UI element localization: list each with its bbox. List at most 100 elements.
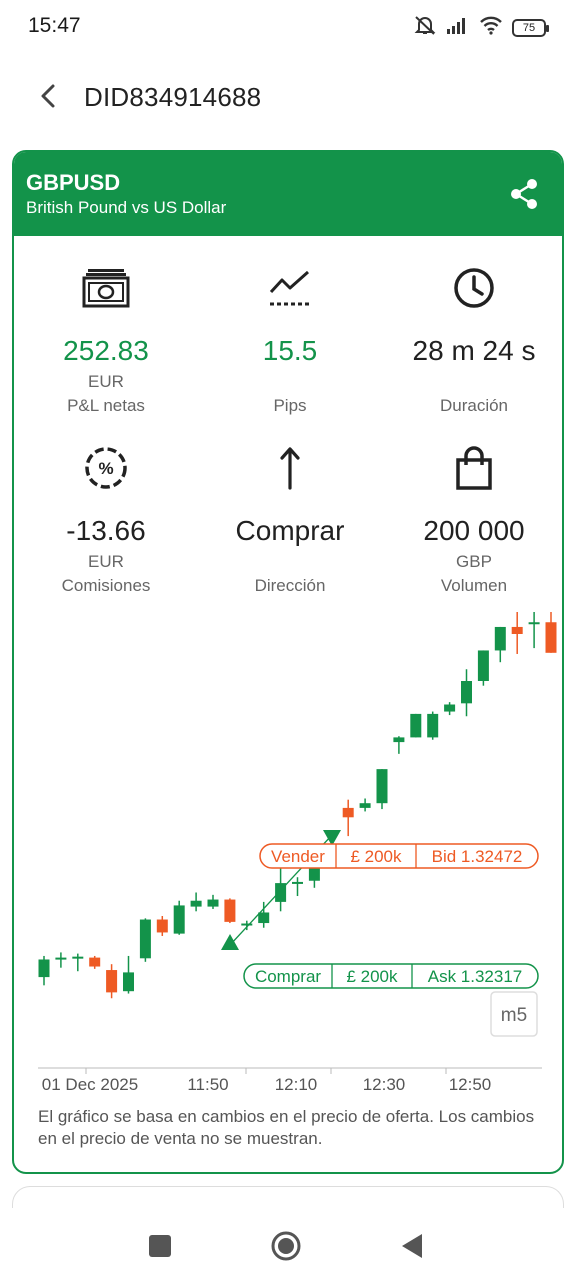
candle-body [342, 807, 354, 818]
price-chart[interactable]: 01 Dec 2025 11:50 12:10 12:30 12:50 Vender £ 2… [14, 612, 564, 1092]
pnl-unit: EUR [88, 372, 124, 391]
instrument-description: British Pound vs US Dollar [26, 198, 227, 217]
candle-body [410, 713, 422, 738]
stat-duration: 28 m 24 s Duración [382, 262, 562, 416]
share-button[interactable] [504, 174, 544, 214]
x-tick-label: 12:30 [363, 1075, 406, 1092]
status-time: 15:47 [28, 14, 81, 37]
candle-body [477, 650, 489, 681]
candle-body [224, 899, 236, 922]
pnl-value: 252.83 [63, 335, 149, 366]
arrow-up-icon [198, 442, 382, 494]
candle-body [545, 622, 557, 653]
candle-body [511, 626, 523, 634]
volume-unit: GBP [456, 552, 492, 571]
svg-text:%: % [98, 459, 113, 478]
money-icon [14, 262, 198, 314]
candle-body [72, 956, 84, 959]
candle-body [106, 970, 118, 993]
duration-value: 28 m 24 s [412, 335, 536, 366]
direction-label: Dirección [254, 576, 326, 595]
chart-disclaimer: El gráfico se basa en cambios en el prec… [38, 1107, 535, 1148]
candle-body [38, 959, 50, 978]
direction-unit [198, 552, 382, 572]
candle-body [89, 957, 101, 967]
stat-direction: Comprar Dirección [198, 442, 382, 596]
x-tick-label: 01 Dec 2025 [42, 1075, 138, 1092]
candle-body [444, 704, 456, 712]
back-arrow-icon [41, 84, 55, 108]
pips-label: Pips [273, 396, 307, 415]
candle-body [241, 923, 253, 926]
candle-body [359, 803, 371, 808]
candle-body [427, 713, 439, 738]
recents-button[interactable] [140, 1226, 180, 1266]
nav-back-button[interactable] [392, 1226, 432, 1266]
sell-tag-text: Bid 1.32472 [432, 847, 523, 866]
chart-svg: 01 Dec 2025 11:50 12:10 12:30 12:50 Vender £ 2… [38, 612, 564, 1092]
instrument-symbol: GBPUSD [26, 170, 121, 195]
status-icons: 75 [413, 14, 549, 41]
pips-unit [198, 372, 382, 392]
buy-tag-text: Ask 1.32317 [428, 967, 523, 986]
buy-tag-text: Comprar [255, 967, 321, 986]
candle-body [207, 899, 219, 907]
candle-body [173, 905, 185, 934]
status-bar: 15:47 75 [0, 0, 576, 52]
entry-marker [221, 934, 239, 950]
direction-value: Comprar [235, 515, 345, 546]
duration-label: Duración [439, 396, 509, 415]
x-tick-label: 11:50 [187, 1075, 228, 1092]
candle-body [55, 957, 67, 960]
home-icon [271, 1231, 301, 1261]
candle-body [528, 622, 540, 625]
recents-icon [149, 1235, 171, 1257]
volume-label: Volumen [440, 576, 508, 595]
system-nav-bar [0, 1208, 576, 1280]
stat-volume: 200 000 GBP Volumen [382, 442, 562, 596]
duration-unit [382, 372, 562, 392]
trade-card: GBPUSD British Pound vs US Dollar 252.83… [12, 150, 564, 1174]
back-icon [402, 1234, 422, 1258]
x-tick-label: 12:10 [275, 1075, 318, 1092]
shopping-bag-icon [382, 442, 562, 494]
signal-icon [446, 16, 470, 39]
candle-body [562, 643, 564, 667]
candle-body [494, 626, 506, 651]
share-icon [511, 179, 537, 209]
candle-body [156, 919, 168, 933]
candle-body [461, 681, 472, 704]
x-tick-label: 12:50 [449, 1075, 492, 1092]
candle-body [393, 737, 405, 743]
volume-value: 200 000 [423, 515, 525, 546]
candle-body [123, 972, 134, 992]
stat-pips: 15.5 Pips [198, 262, 382, 416]
candle-body [292, 881, 303, 884]
app-bar: DID834914688 [0, 62, 576, 132]
stat-commission: % -13.66 EUR Comisiones [14, 442, 198, 596]
mute-icon [413, 14, 437, 41]
percent-icon: % [14, 442, 198, 494]
timeframe-label: m5 [501, 1005, 527, 1026]
home-button[interactable] [266, 1226, 306, 1266]
sell-tag-text: £ 200k [350, 847, 402, 866]
battery-icon: 75 [512, 18, 549, 37]
candle-body [139, 919, 151, 959]
back-button[interactable] [28, 76, 68, 116]
stat-pnl: 252.83 EUR P&L netas [14, 262, 198, 416]
wifi-icon [479, 15, 503, 40]
candle-body [258, 912, 270, 924]
trend-line-icon [198, 262, 382, 314]
battery-level: 75 [522, 21, 536, 34]
clock-icon [382, 262, 562, 314]
commission-unit: EUR [88, 552, 124, 571]
pnl-label: P&L netas [67, 396, 145, 415]
buy-tag-text: £ 200k [346, 967, 398, 986]
candle-body [190, 900, 202, 907]
candle-body [376, 769, 388, 804]
sell-tag-text: Vender [271, 847, 325, 866]
page-title: DID834914688 [84, 82, 262, 112]
commission-value: -13.66 [66, 515, 146, 546]
commission-label: Comisiones [61, 576, 151, 595]
pips-value: 15.5 [262, 335, 318, 366]
